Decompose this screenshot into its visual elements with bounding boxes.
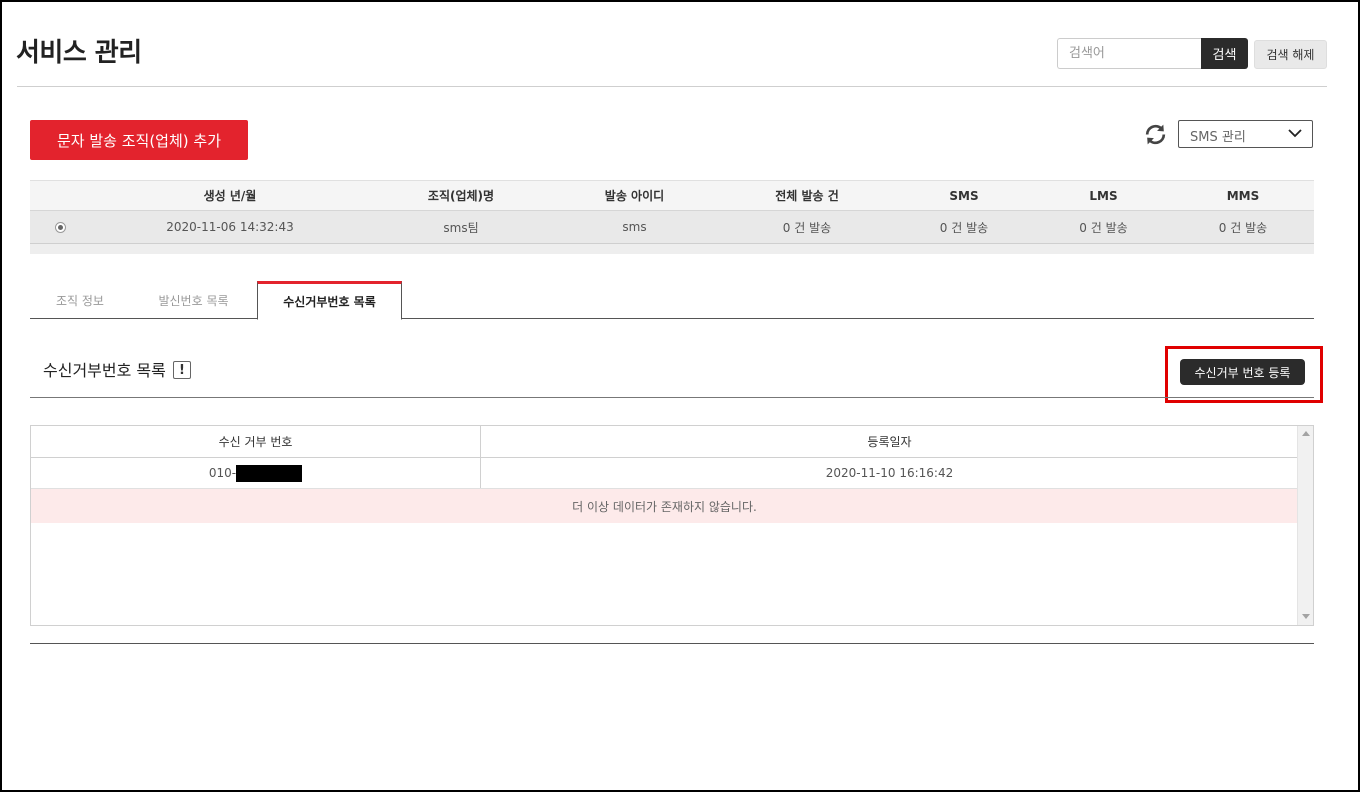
- cell-reject-number: 010-: [31, 458, 481, 488]
- page-title: 서비스 관리: [16, 38, 142, 68]
- column-header-total: 전체 발송 건: [775, 189, 839, 203]
- radio-icon[interactable]: [54, 221, 66, 233]
- table-row[interactable]: 010- 2020-11-10 16:16:42: [31, 458, 1298, 489]
- cell-sender-id: sms: [622, 220, 647, 234]
- service-select[interactable]: SMS 관리: [1178, 120, 1313, 148]
- row-select-cell: [30, 211, 90, 243]
- tab-org-info[interactable]: 조직 정보: [30, 281, 130, 319]
- organization-table: 생성 년/월 조직(업체)명 발송 아이디 전체 발송 건 SMS LMS MM…: [30, 180, 1314, 254]
- cell-lms: 0 건 발송: [1079, 220, 1128, 235]
- tab-reject-numbers[interactable]: 수신거부번호 목록: [257, 281, 402, 320]
- search-input[interactable]: [1057, 38, 1201, 69]
- service-select-value: SMS 관리: [1190, 130, 1246, 145]
- table-row[interactable]: 2020-11-06 14:32:43 sms팀 sms 0 건 발송 0 건 …: [30, 211, 1314, 244]
- reject-table-header: 수신 거부 번호 등록일자: [31, 426, 1298, 458]
- reject-number-prefix: 010-: [208, 466, 237, 480]
- scroll-up-icon[interactable]: [1302, 431, 1310, 436]
- organization-table-header: 생성 년/월 조직(업체)명 발송 아이디 전체 발송 건 SMS LMS MM…: [30, 180, 1314, 211]
- chevron-down-icon: [1288, 129, 1302, 138]
- search-group: 검색: [1057, 38, 1248, 69]
- bottom-divider: [30, 643, 1314, 644]
- register-reject-number-button[interactable]: 수신거부 번호 등록: [1180, 359, 1305, 385]
- no-more-data-message: 더 이상 데이터가 존재하지 않습니다.: [31, 489, 1298, 523]
- cell-created: 2020-11-06 14:32:43: [166, 220, 294, 234]
- cell-org-name: sms팀: [443, 220, 479, 235]
- add-organization-button[interactable]: 문자 발송 조직(업체) 추가: [30, 120, 248, 160]
- scroll-down-icon[interactable]: [1302, 614, 1310, 619]
- header-divider: [17, 86, 1327, 87]
- column-header-org-name: 조직(업체)명: [427, 189, 495, 203]
- section-divider: [30, 397, 1314, 398]
- column-header-mms: MMS: [1226, 188, 1260, 203]
- column-header-lms: LMS: [1089, 188, 1118, 203]
- column-header-reject-number: 수신 거부 번호: [31, 426, 481, 457]
- tab-bar: 조직 정보 발신번호 목록 수신거부번호 목록: [30, 281, 1314, 320]
- tab-sender-numbers[interactable]: 발신번호 목록: [130, 281, 257, 319]
- vertical-scrollbar[interactable]: [1297, 426, 1313, 625]
- cell-total: 0 건 발송: [782, 220, 832, 235]
- column-header-registered-date: 등록일자: [867, 435, 912, 449]
- section-title: 수신거부번호 목록: [43, 361, 166, 380]
- column-header-created: 생성 년/월: [203, 189, 257, 203]
- cell-mms: 0 건 발송: [1218, 220, 1268, 235]
- column-header-sender-id: 발송 아이디: [604, 189, 665, 203]
- window-frame: [0, 0, 1360, 792]
- exclamation-icon[interactable]: !: [173, 361, 191, 379]
- refresh-icon[interactable]: [1143, 122, 1168, 147]
- reject-number-table: 수신 거부 번호 등록일자 010- 2020-11-10 16:16:42 더…: [30, 425, 1314, 626]
- redacted-block: [236, 464, 303, 482]
- search-reset-button[interactable]: 검색 해제: [1254, 40, 1327, 69]
- search-button[interactable]: 검색: [1201, 38, 1248, 69]
- cell-sms: 0 건 발송: [939, 220, 989, 235]
- cell-registered-date: 2020-11-10 16:16:42: [825, 466, 954, 480]
- column-header-sms: SMS: [949, 188, 979, 203]
